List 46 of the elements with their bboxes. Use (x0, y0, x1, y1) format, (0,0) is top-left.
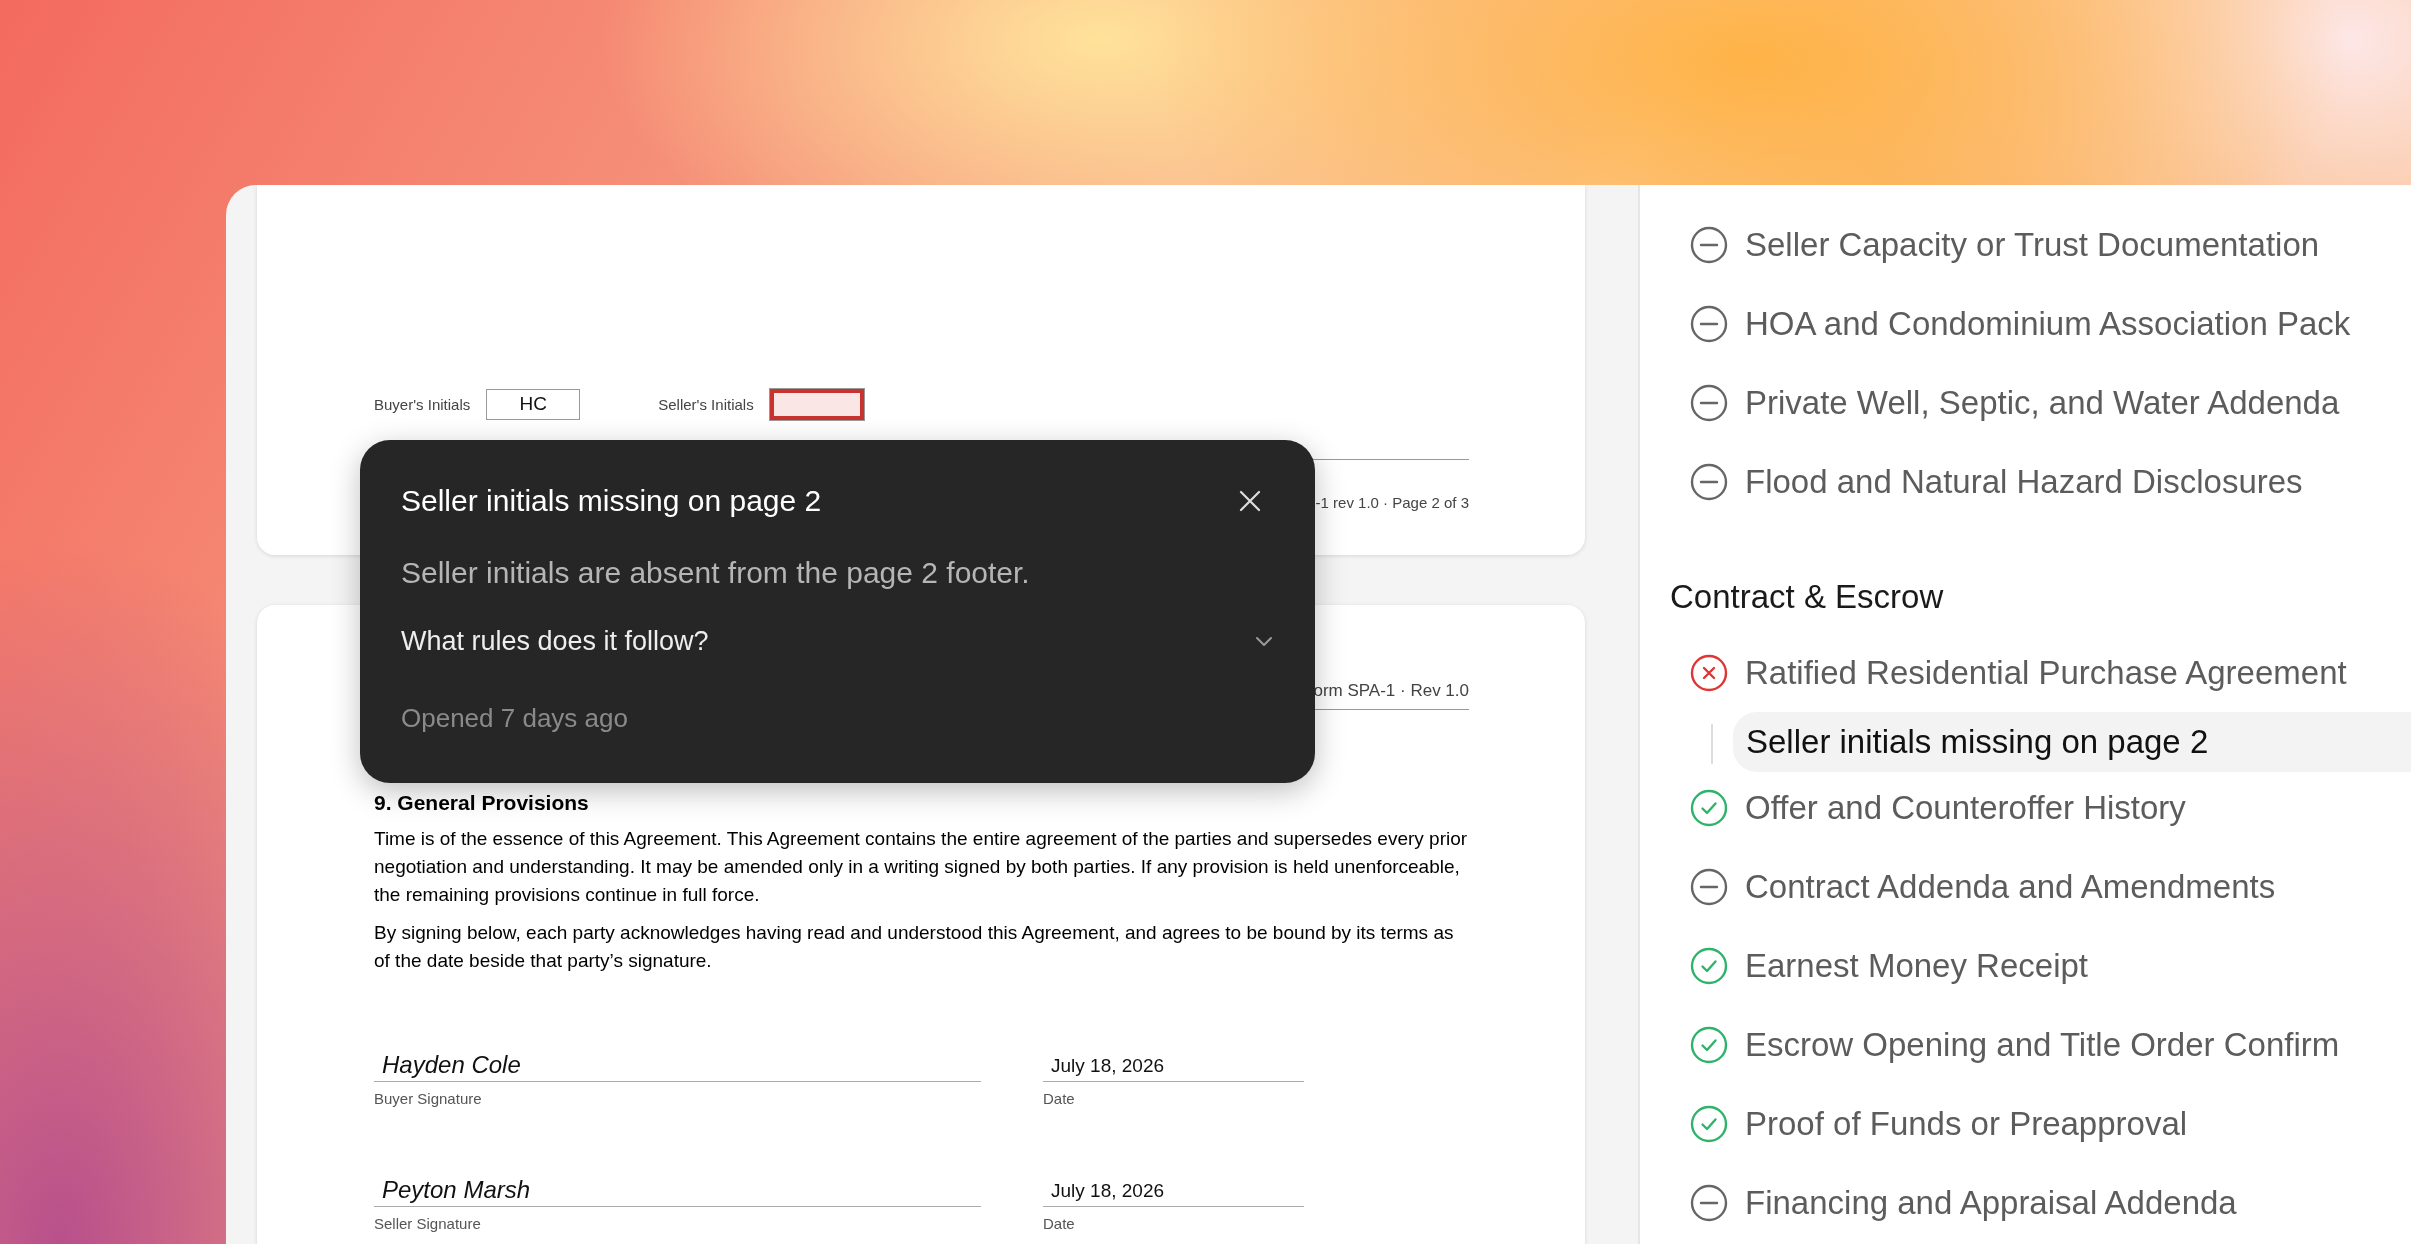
checklist-item[interactable]: HOA and Condominium Association Pack (1670, 284, 2411, 363)
checklist-item[interactable]: Proof of Funds or Preapproval (1670, 1084, 2411, 1163)
checklist-item[interactable]: Private Well, Septic, and Water Addenda (1670, 363, 2411, 442)
check-circle-icon (1690, 788, 1728, 827)
section-heading: 9. General Provisions (374, 791, 590, 815)
rules-disclosure[interactable]: What rules does it follow? (401, 626, 1275, 657)
date-label: Date (1043, 1215, 1075, 1232)
minus-circle-icon (1690, 462, 1728, 501)
date-line: July 18, 2026 (1043, 1051, 1304, 1082)
check-circle-icon (1690, 1104, 1728, 1143)
signature-line: Peyton Marsh (374, 1176, 981, 1207)
checklist-item[interactable]: Seller Capacity or Trust Documentation (1670, 205, 2411, 284)
opened-time: Opened 7 days ago (401, 703, 629, 734)
paragraph: By signing below, each party acknowledges having read and understood this Agreement, and agrees to be bound by its terms as of the date beside that party’s signature. (374, 921, 1455, 973)
checklist-item[interactable]: Earnest Money Receipt (1670, 926, 2411, 1005)
popover-description: Seller initials are absent from the page 2 footer. (401, 556, 1031, 590)
checklist-item[interactable]: Escrow Opening and Title Order Confirm (1670, 1005, 2411, 1084)
minus-circle-icon (1690, 1183, 1728, 1222)
initials-label: Seller's Initials (658, 395, 754, 413)
signature-label: Buyer Signature (374, 1090, 482, 1107)
x-circle-icon (1690, 653, 1728, 692)
close-icon[interactable] (1239, 490, 1261, 512)
checklist-item[interactable]: Contract Addenda and Amendments (1670, 847, 2411, 926)
checklist-item[interactable]: Flood and Natural Hazard Disclosures (1670, 442, 2411, 521)
initials-label: Buyer's Initials (374, 395, 471, 413)
page-header: orm SPA-1 · Rev 1.0 (1313, 681, 1469, 702)
check-circle-icon (1690, 946, 1728, 985)
check-circle-icon (1690, 1025, 1728, 1064)
minus-circle-icon (1690, 225, 1728, 264)
signature-line: Hayden Cole (374, 1051, 981, 1082)
date-label: Date (1043, 1090, 1075, 1107)
chevron-icon (1255, 635, 1273, 648)
issue-item[interactable]: Seller initials missing on page 2 (1733, 712, 2411, 772)
popover-title: Seller initials missing on page 2 (401, 484, 822, 518)
section-heading: Contract & Escrow (1670, 577, 1945, 617)
checklist-item[interactable]: Ratified Residential Purchase Agreement (1670, 633, 2411, 712)
checklist-item[interactable]: Financing and Appraisal Addenda (1670, 1163, 2411, 1242)
signature-label: Seller Signature (374, 1215, 481, 1232)
initials-field[interactable] (769, 388, 864, 420)
minus-circle-icon (1690, 867, 1728, 906)
paragraph: Time is of the essence of this Agreement. This Agreement contains the entire agreement of the parties and supersedes every prior negotiation and understanding. It may be amended only in a writing signed by both parties. If any provision is held unenforceable, the remaining provisions continue in full force. (374, 827, 1469, 907)
minus-circle-icon (1690, 383, 1728, 422)
minus-circle-icon (1690, 304, 1728, 343)
date-line: July 18, 2026 (1043, 1176, 1304, 1207)
page-footer: -1 rev 1.0 · Page 2 of 3 (1315, 494, 1469, 511)
initials-field[interactable]: HC (486, 388, 581, 420)
